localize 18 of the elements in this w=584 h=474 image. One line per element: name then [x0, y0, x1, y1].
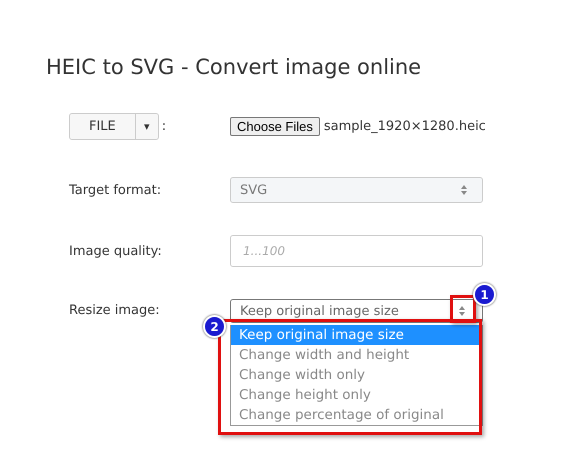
- file-name: sample_1920×1280.heic: [324, 118, 486, 134]
- dropdown-option[interactable]: Change height only: [231, 385, 482, 405]
- field-label: Target format:: [69, 182, 162, 198]
- page-title: HEIC to SVG - Convert image online: [46, 55, 422, 79]
- sort-arrows-icon: [458, 305, 466, 317]
- file-button[interactable]: FILE: [70, 114, 136, 138]
- field-label: Resize image:: [69, 302, 160, 318]
- dropdown-option[interactable]: Change width and height: [231, 345, 482, 365]
- sort-arrows-icon: [460, 184, 468, 196]
- colon: :: [162, 118, 166, 134]
- quality-input[interactable]: 1...100: [230, 235, 483, 267]
- choose-files-button[interactable]: Choose Files: [230, 116, 320, 136]
- dropdown-option[interactable]: Change percentage of original: [231, 405, 482, 425]
- step-badge: 2: [203, 315, 226, 338]
- field-label: Image quality:: [69, 244, 162, 258]
- dropdown-toggle[interactable]: ▾: [136, 114, 158, 138]
- step-badge: 1: [473, 283, 496, 306]
- dropdown-option[interactable]: Change width only: [231, 365, 482, 385]
